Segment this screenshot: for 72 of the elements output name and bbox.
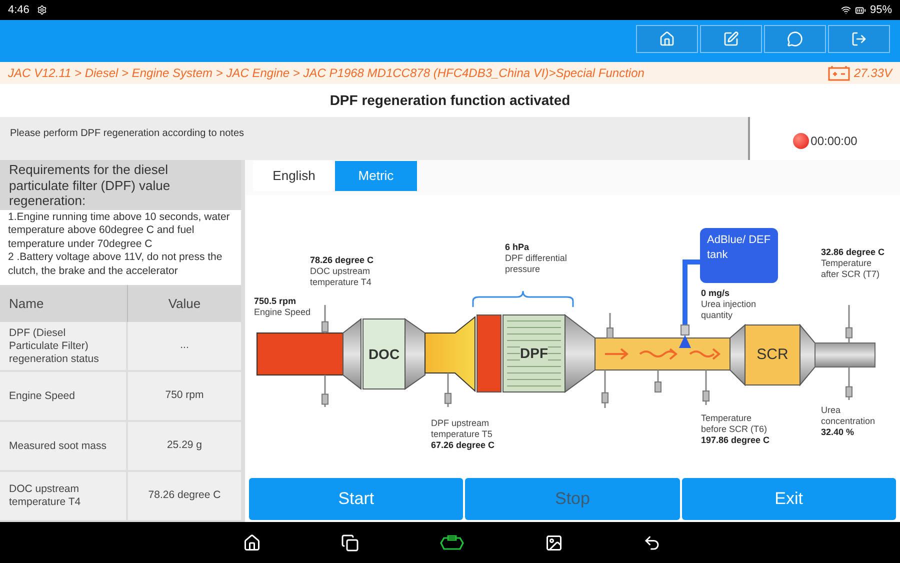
action-button[interactable]: Start: [249, 478, 464, 520]
table-cell: DPF (Diesel Particulate Filter) regeneration status: [0, 322, 128, 370]
reading-value: 32.86 degree C: [821, 247, 886, 258]
gallery-icon[interactable]: [545, 534, 563, 552]
reading-name: Urea injection quantity: [701, 299, 758, 321]
reading-value: 750.5 rpm: [254, 296, 298, 307]
home-nav-icon[interactable]: [243, 534, 261, 552]
voltage-reading: 27.33V: [854, 65, 892, 82]
reading-name: DPF differential pressure: [505, 253, 567, 275]
table-cell: ...: [128, 322, 241, 370]
sensor-drawing: [602, 370, 608, 408]
sensor-drawing: [846, 367, 852, 400]
reading-name: Urea concentration: [821, 405, 876, 427]
scr-label: SCR: [756, 344, 788, 365]
unit-tab[interactable]: Metric: [335, 161, 417, 191]
page-title: DPF regeneration function activated: [330, 91, 570, 110]
reading-name: Temperature before SCR (T6): [701, 413, 768, 435]
sensor-drawing: [322, 375, 328, 407]
requirement-line: 1.Engine running time above 10 seconds, water temperature above 60degree C and fuel temperature under 70degree C: [8, 211, 231, 252]
sensor-drawing: [322, 305, 328, 333]
battery-icon: [828, 65, 850, 81]
exit-icon-button[interactable]: [828, 25, 890, 53]
sensor-drawing: [654, 370, 662, 392]
chat-button[interactable]: [764, 25, 826, 53]
tailpipe: [814, 342, 876, 368]
reading-name: Temperature after SCR (T7): [821, 258, 881, 280]
edit-button[interactable]: [700, 25, 762, 53]
sensor-drawing: [606, 313, 614, 338]
reading-value: 6 hPa: [505, 242, 530, 253]
doc-label: DOC: [368, 344, 400, 364]
battery-level: 95%: [870, 2, 892, 18]
recent-apps-icon[interactable]: [341, 534, 359, 552]
table-cell: Measured soot mass: [0, 422, 128, 470]
sensor-drawing: [702, 370, 710, 405]
tank-label: AdBlue/ DEF tank: [707, 233, 772, 263]
back-icon[interactable]: [643, 534, 661, 552]
home-icon: [659, 31, 675, 47]
table-cell: DOC upstream temperature T4: [0, 472, 128, 520]
scr-body: [744, 324, 800, 386]
table-cell: 25.29 g: [128, 422, 241, 470]
doc-body: [362, 318, 406, 390]
unit-tab[interactable]: English: [253, 161, 335, 191]
table-cell: 78.26 degree C: [128, 472, 241, 520]
timer: 00:00:00: [810, 132, 858, 150]
reading-value: 67.26 degree C: [431, 440, 496, 451]
table-cell: Engine Speed: [0, 372, 128, 420]
requirements-heading: Requirements for the diesel particulate filter (DPF) value regeneration:: [9, 162, 172, 208]
reading-value: 32.40 %: [821, 427, 856, 438]
status-time: 4:46: [8, 2, 30, 18]
battery-icon: [854, 4, 866, 16]
sensor-drawing: [444, 373, 452, 407]
door-exit-icon: [851, 31, 867, 47]
table-cell: 750 rpm: [128, 372, 241, 420]
vci-icon[interactable]: [439, 534, 465, 550]
home-button[interactable]: [636, 25, 698, 53]
requirement-line: 2 .Battery voltage above 11V, do not press the clutch, the brake and the accelerator: [8, 251, 224, 278]
sensor-drawing: [846, 305, 852, 343]
reading-name: DOC upstream temperature T4: [310, 266, 372, 288]
settings-icon: [37, 5, 48, 15]
reading-value: 197.86 degree C: [701, 435, 771, 446]
column-header: Value: [168, 294, 201, 313]
reading-value: 78.26 degree C: [310, 255, 375, 266]
column-header: Name: [9, 294, 44, 313]
pen-icon: [723, 31, 739, 47]
reading-name: DPF upstream temperature T5: [431, 418, 494, 440]
breadcrumb: JAC V12.11 > Diesel > Engine System > JAC Engine > JAC P1968 MD1CC878 (HFC4DB3_China VI)>Special Function: [8, 65, 644, 82]
reading-value: 0 mg/s: [701, 288, 731, 299]
notice-text: Please perform DPF regeneration according to notes: [10, 128, 244, 139]
wifi-icon: [840, 5, 851, 15]
chat-bubble-icon: [787, 31, 803, 47]
action-button[interactable]: Exit: [682, 478, 896, 520]
reading-name: Engine Speed: [254, 307, 312, 318]
